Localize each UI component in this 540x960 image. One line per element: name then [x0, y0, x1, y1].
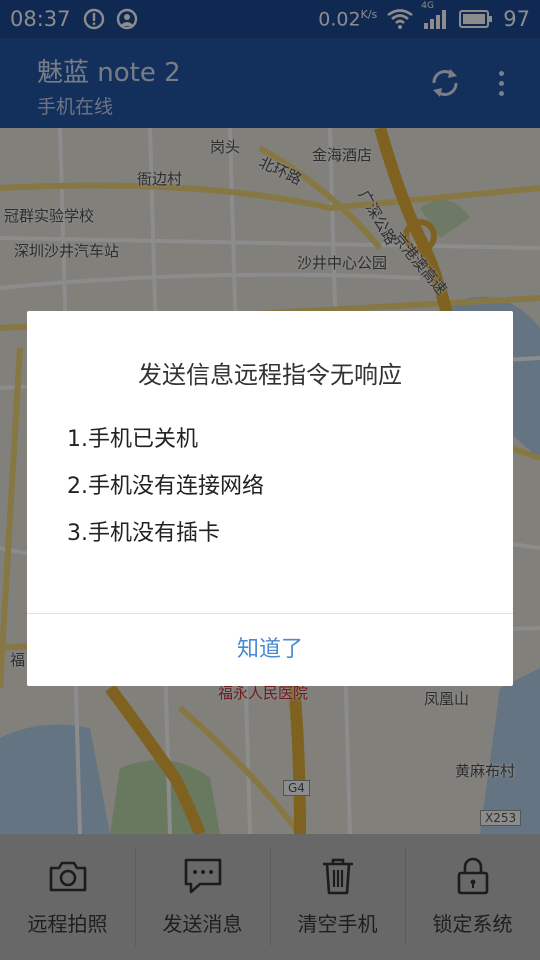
no-response-dialog: 发送信息远程指令无响应 1.手机已关机 2.手机没有连接网络 3.手机没有插卡 …: [27, 311, 513, 686]
dialog-reason-item: 2.手机没有连接网络: [67, 474, 264, 499]
dialog-reason-item: 1.手机已关机: [67, 427, 198, 452]
dialog-reason-item: 3.手机没有插卡: [67, 521, 220, 546]
dialog-title: 发送信息远程指令无响应: [138, 361, 402, 389]
dialog-reason-list: 1.手机已关机 2.手机没有连接网络 3.手机没有插卡: [67, 416, 264, 557]
dialog-confirm-button[interactable]: 知道了: [27, 614, 513, 686]
